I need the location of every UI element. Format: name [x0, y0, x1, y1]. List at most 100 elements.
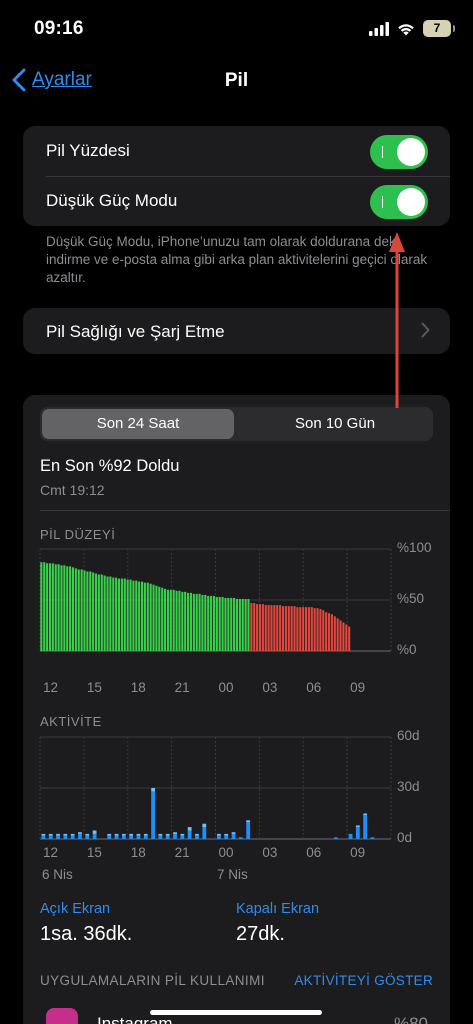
battery-level-bar: [310, 607, 313, 651]
battery-level-bar: [290, 606, 293, 651]
status-icons: 7: [369, 20, 455, 37]
battery-level-bar: [129, 579, 132, 651]
screen-on-bar: [63, 835, 68, 839]
date-label: 7 Nis: [217, 867, 248, 882]
low-power-mode-toggle[interactable]: [370, 185, 428, 219]
battery-level-bar: [103, 575, 106, 651]
battery-level-bar: [304, 607, 308, 651]
battery-level-bar: [270, 605, 273, 651]
screen-off-bar: [165, 833, 170, 836]
screen-on-bar: [107, 835, 112, 839]
battery-level-bar: [273, 605, 276, 651]
battery-level-bar: [330, 614, 333, 651]
x-tick-label: 06: [306, 680, 322, 695]
toggle-on-mark: [382, 196, 383, 208]
page-title: Pil: [224, 70, 249, 91]
screen-on-bar: [180, 835, 185, 839]
screen-off-bar: [224, 833, 229, 836]
battery-level-bar: [80, 569, 83, 651]
screen-off-bar: [129, 833, 134, 836]
screen-off-bar: [107, 833, 112, 836]
battery-level-bar: [322, 610, 325, 651]
battery-usage-card: Son 24 Saat Son 10 Gün En Son %92 Doldu …: [23, 395, 450, 1024]
low-power-footnote: Düşük Güç Modu, iPhone’unuzu tam olarak …: [46, 234, 428, 285]
screen-on-value: 1sa. 36dk.: [40, 923, 133, 945]
last-charged-title: En Son %92 Doldu: [40, 457, 180, 475]
navigation-bar: Ayarlar Pil: [0, 60, 473, 104]
battery-level-bar: [71, 567, 75, 651]
x-tick-label: 03: [262, 845, 278, 860]
x-tick-label: 21: [174, 680, 190, 695]
battery-percentage-toggle[interactable]: [370, 135, 428, 169]
x-tick-label: 00: [218, 845, 234, 860]
battery-level-bar: [138, 581, 141, 651]
battery-level-bar: [264, 605, 267, 651]
battery-level-bar: [164, 588, 167, 651]
battery-level-bar: [43, 562, 46, 651]
last-charged-time: Cmt 19:12: [40, 482, 105, 498]
screen-off-bar: [70, 833, 75, 836]
screen-off-bar: [202, 823, 207, 828]
screen-off-value: 27dk.: [236, 923, 285, 945]
battery-level-bar: [123, 578, 126, 651]
battery-level-bar: [189, 592, 192, 651]
battery-health-row[interactable]: Pil Sağlığı ve Şarj Etme: [23, 308, 450, 354]
screen-off-bar: [85, 833, 90, 836]
battery-level-bar: [221, 596, 224, 651]
screen-off-bar: [217, 833, 221, 836]
battery-level-bar: [57, 564, 60, 651]
battery-health-label: Pil Sağlığı ve Şarj Etme: [46, 322, 225, 341]
x-tick-label: 12: [43, 680, 59, 695]
screen-off-bar: [246, 820, 251, 822]
battery-percentage-label: Pil Yüzdesi: [46, 141, 130, 160]
battery-level-bar: [201, 594, 204, 651]
screen-off-bar: [187, 827, 192, 831]
battery-level-chart: [39, 548, 392, 652]
screen-on-label: Açık Ekran: [40, 901, 111, 917]
app-usage-header: UYGULAMALARIN PİL KULLANIMI: [40, 973, 265, 988]
y-tick-label: 60d: [397, 728, 420, 743]
battery-level-bar: [77, 569, 80, 651]
battery-level-bar: [342, 622, 345, 651]
screen-on-bar: [129, 835, 134, 839]
battery-level-bar: [279, 605, 282, 651]
screen-on-bar: [85, 835, 90, 839]
battery-level-bar: [210, 595, 213, 651]
battery-level-bar: [293, 606, 296, 651]
activity-caption: AKTİVİTE: [40, 714, 102, 729]
battery-level-bar: [215, 596, 218, 651]
toggle-knob: [397, 138, 425, 166]
battery-level-bar: [296, 607, 299, 651]
segment-last-24-hours[interactable]: Son 24 Saat: [42, 409, 234, 439]
screen-on-bar: [224, 835, 229, 839]
x-tick-label: 09: [350, 680, 366, 695]
screen-off-bar: [363, 813, 368, 816]
segment-last-10-days[interactable]: Son 10 Gün: [239, 409, 431, 439]
battery-level-bar: [135, 580, 138, 651]
screen-off-bar: [355, 825, 360, 828]
x-tick-label: 03: [262, 680, 278, 695]
battery-level-bar: [132, 580, 135, 651]
x-tick-label: 18: [130, 680, 146, 695]
battery-level-bar: [198, 593, 201, 651]
screen-off-bar: [180, 833, 185, 836]
battery-level-bar: [155, 585, 158, 651]
screen-on-bar: [217, 835, 221, 839]
battery-level-bar: [204, 594, 207, 651]
battery-level-bar: [333, 616, 336, 651]
screen-on-bar: [187, 830, 192, 839]
battery-level-bar: [152, 584, 155, 651]
x-tick-label: 09: [350, 845, 366, 860]
show-activity-link[interactable]: AKTİVİTEYİ GÖSTER: [294, 973, 433, 988]
battery-level-bar: [187, 592, 190, 651]
battery-level-bar: [256, 604, 259, 651]
screen-off-bar: [78, 832, 82, 834]
y-tick-label: 30d: [397, 779, 420, 794]
screen-on-bar: [48, 835, 53, 839]
divider: [40, 510, 450, 511]
battery-level-bar: [54, 564, 57, 651]
battery-level-icon: 7: [423, 20, 455, 37]
screen-on-bar: [238, 837, 243, 839]
battery-level-bar: [339, 620, 342, 651]
screen-off-bar: [92, 830, 97, 834]
